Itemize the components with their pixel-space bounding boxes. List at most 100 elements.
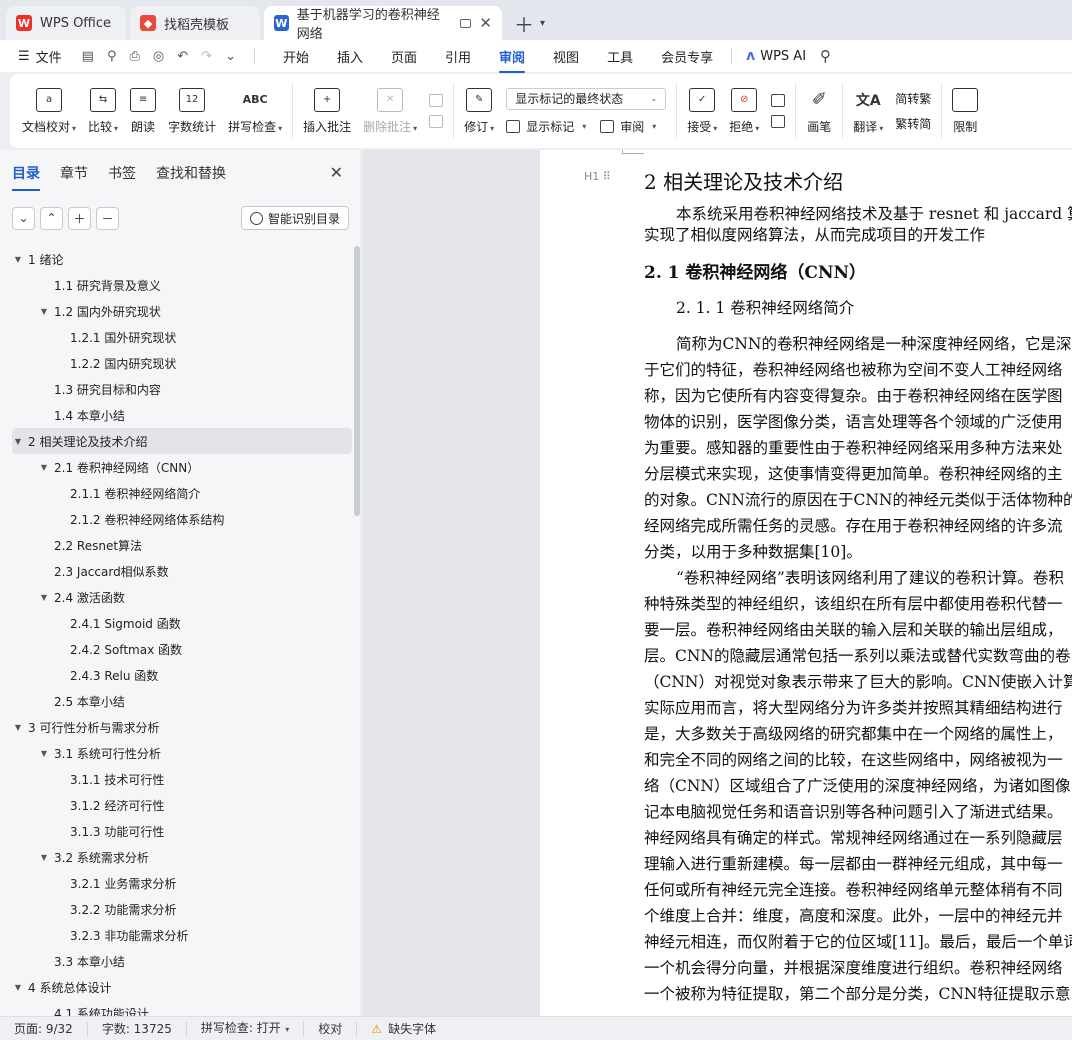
spell-check-button[interactable]: ABC 拼写检查 ▾ [222,74,288,148]
toc-item[interactable]: ▼ 3.2 系统需求分析 [12,844,352,870]
next-comment-button[interactable] [429,115,444,128]
toc-item[interactable]: ▼ 4 系统总体设计 [12,974,352,1000]
nav-tab-sections[interactable]: 章节 [60,163,88,183]
proofread-indicator[interactable]: 校对 [304,1021,358,1036]
close-tab-icon[interactable]: ✕ [479,14,492,32]
toc-item[interactable]: 2.5 本章小结 [12,688,352,714]
menu-item-references[interactable]: 引用 [445,47,471,66]
toc-item[interactable]: 2.1.2 卷积神经网络体系结构 [12,506,352,532]
expand-arrow-icon[interactable]: ▼ [38,749,50,758]
compare-button[interactable]: ⇆ 比较 ▾ [82,74,124,148]
new-tab-button[interactable]: ＋ ▾ [514,6,545,40]
undo-icon[interactable]: ↶ [177,49,188,64]
remove-heading-icon[interactable]: － [96,206,119,230]
toc-item[interactable]: 2.4.2 Softmax 函数 [12,636,352,662]
expand-arrow-icon[interactable]: ▼ [12,723,24,732]
more-chevron-icon[interactable]: ⌄ [225,49,236,64]
toc-item[interactable]: 2.4.3 Relu 函数 [12,662,352,688]
to-simplified-button[interactable]: 繁转简 [895,115,931,132]
spell-check-indicator[interactable]: 拼写检查: 打开 ▾ [187,1020,305,1037]
toc-item[interactable]: 1.4 本章小结 [12,402,352,428]
prev-comment-button[interactable] [429,94,444,107]
toc-item[interactable]: ▼ 2.4 激活函数 [12,584,352,610]
expand-arrow-icon[interactable]: ▼ [12,255,24,264]
collapse-down-icon[interactable]: ⌄ [12,206,35,230]
prev-revision-button[interactable] [771,94,786,107]
pen-button[interactable]: ✐ 画笔 [800,74,838,148]
menu-item-tools[interactable]: 工具 [607,47,633,66]
nav-tab-toc[interactable]: 目录 [12,163,40,191]
print-icon[interactable]: ⎙ [130,49,140,64]
revise-button[interactable]: ✎ 修订 ▾ [458,74,500,148]
restrict-button[interactable]: 限制 [946,74,979,148]
toc-item[interactable]: 1.3 研究目标和内容 [12,376,352,402]
toc-item[interactable]: 3.1.3 功能可行性 [12,818,352,844]
chevron-down-icon[interactable]: ▾ [540,18,545,29]
missing-font-indicator[interactable]: ⚠ 缺失字体 [357,1022,450,1036]
toc-item[interactable]: ▼ 3.1 系统可行性分析 [12,740,352,766]
window-icon[interactable] [460,18,472,28]
toc-scrollbar[interactable] [354,246,360,1022]
read-aloud-button[interactable]: ≡ 朗读 [124,74,162,148]
toc-item[interactable]: 3.2.1 业务需求分析 [12,870,352,896]
expand-arrow-icon[interactable]: ▼ [38,593,50,602]
review-pane-button[interactable]: 审阅 ▾ [600,118,656,135]
tab-wps-office[interactable]: W WPS Office [6,6,126,40]
insert-comment-button[interactable]: + 插入批注 [297,74,357,148]
word-count-indicator[interactable]: 字数: 13725 [88,1021,187,1036]
close-pane-icon[interactable]: ✕ [330,163,343,182]
toc-item[interactable]: 3.1.2 经济可行性 [12,792,352,818]
expand-arrow-icon[interactable]: ▼ [38,463,50,472]
menu-item-home[interactable]: 开始 [283,47,309,66]
delete-comment-button[interactable]: ✕ 删除批注 ▾ [357,74,423,148]
toc-item[interactable]: 1.2.1 国外研究现状 [12,324,352,350]
toc-item[interactable]: 2.3 Jaccard相似系数 [12,558,352,584]
next-revision-button[interactable] [771,115,786,128]
toc-item[interactable]: 2.4.1 Sigmoid 函数 [12,610,352,636]
smart-toc-button[interactable]: 智能识别目录 [240,206,349,230]
toc-item[interactable]: 1.2.2 国内研究现状 [12,350,352,376]
expand-arrow-icon[interactable]: ▼ [38,307,50,316]
toc-item[interactable]: 3.2.3 非功能需求分析 [12,922,352,948]
file-menu[interactable]: ☰ 文件 [18,47,62,66]
search-icon[interactable]: ⚲ [820,47,831,65]
toc-item[interactable]: 2.1.1 卷积神经网络简介 [12,480,352,506]
translate-button[interactable]: 文A 翻译 ▾ [847,74,889,148]
toc-item[interactable]: ▼ 1 绪论 [12,246,352,272]
wps-ai-button[interactable]: ʌ WPS AI [746,48,806,64]
toc-item[interactable]: 2.2 Resnet算法 [12,532,352,558]
add-heading-icon[interactable]: ＋ [68,206,91,230]
doc-check-button[interactable]: a 文档校对 ▾ [16,74,82,148]
tab-document[interactable]: W 基于机器学习的卷积神经网络 ✕ [264,6,502,42]
to-traditional-button[interactable]: 简转繁 [895,90,931,107]
heading-marker[interactable]: H1 ⠿ [584,170,611,183]
menu-item-review[interactable]: 审阅 [499,47,526,73]
toc-item[interactable]: 3.3 本章小结 [12,948,352,974]
reject-button[interactable]: ⊘ 拒绝 ▾ [723,74,765,148]
menu-item-view[interactable]: 视图 [553,47,579,66]
expand-arrow-icon[interactable]: ▼ [12,983,24,992]
toc-item[interactable]: ▼ 2 相关理论及技术介绍 [12,428,352,454]
toc-item[interactable]: ▼ 2.1 卷积神经网络（CNN） [12,454,352,480]
share-icon[interactable]: ⚲ [107,49,117,64]
menu-item-member[interactable]: 会员专享 [661,47,713,66]
word-count-button[interactable]: 12 字数统计 [162,74,222,148]
tab-docer-template[interactable]: ◆ 找稻壳模板 [130,6,260,40]
menu-item-insert[interactable]: 插入 [337,47,363,66]
nav-tab-bookmarks[interactable]: 书签 [108,163,136,183]
collapse-up-icon[interactable]: ⌃ [40,206,63,230]
redo-icon[interactable]: ↷ [201,49,212,64]
markup-mode-select[interactable]: 显示标记的最终状态 ⌄ [506,87,667,110]
accept-button[interactable]: ✓ 接受 ▾ [681,74,723,148]
toc-scroll-thumb[interactable] [354,246,360,516]
expand-arrow-icon[interactable]: ▼ [38,853,50,862]
toc-item[interactable]: 3.1.1 技术可行性 [12,766,352,792]
expand-arrow-icon[interactable]: ▼ [12,437,24,446]
document-page[interactable]: H1 ⠿ 2 相关理论及技术介绍 本系统采用卷积神经网络技术及基于 resnet… [540,150,1072,1016]
toc-item[interactable]: 1.1 研究背景及意义 [12,272,352,298]
toc-item[interactable]: ▼ 1.2 国内外研究现状 [12,298,352,324]
toc-item[interactable]: 3.2.2 功能需求分析 [12,896,352,922]
nav-tab-find-replace[interactable]: 查找和替换 [156,163,226,183]
toc-item[interactable]: ▼ 3 可行性分析与需求分析 [12,714,352,740]
save-icon[interactable]: ▤ [82,49,94,64]
